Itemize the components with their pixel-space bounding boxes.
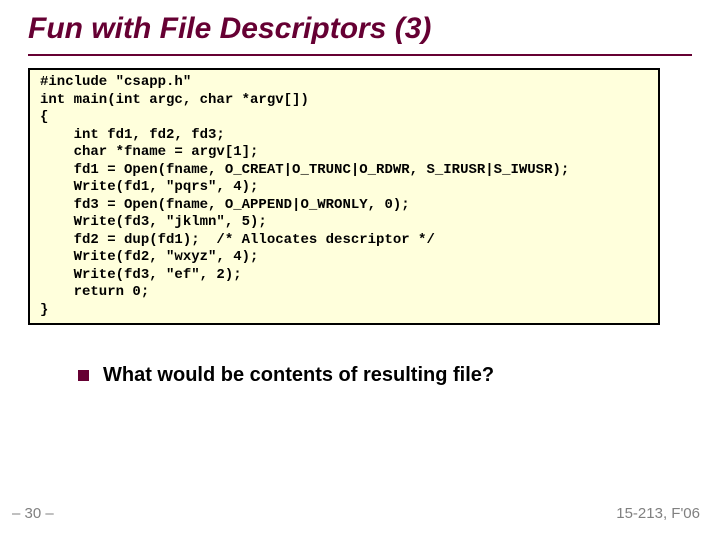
- footer-course-id: 15-213, F'06: [616, 505, 700, 522]
- code-content: #include "csapp.h" int main(int argc, ch…: [40, 74, 648, 319]
- title-underline: [28, 54, 692, 56]
- footer-page-number: – 30 –: [12, 505, 54, 522]
- bullet-text: What would be contents of resulting file…: [103, 364, 494, 387]
- code-box: #include "csapp.h" int main(int argc, ch…: [28, 68, 660, 325]
- slide-title: Fun with File Descriptors (3): [28, 12, 431, 46]
- square-bullet-icon: [78, 370, 89, 381]
- bullet-item: What would be contents of resulting file…: [78, 364, 494, 387]
